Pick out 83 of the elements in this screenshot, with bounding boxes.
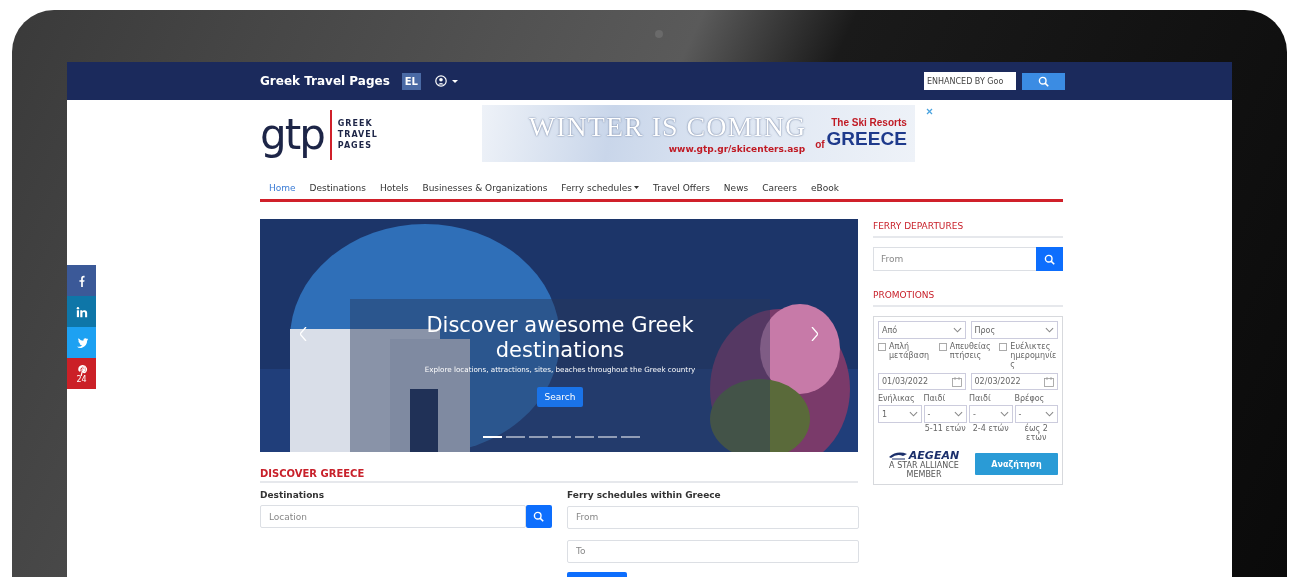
passenger-dropdown[interactable]: - [1014, 405, 1058, 424]
age-note: 2-4 ετών [971, 425, 1010, 435]
from-field[interactable]: From [567, 505, 859, 529]
passenger-dropdown[interactable]: 1 [878, 405, 922, 424]
search-field[interactable]: ENHANCED BY Goo [924, 72, 1016, 90]
ad-tagline-prefix: of [815, 139, 825, 150]
search-icon [533, 511, 545, 522]
nav-link[interactable]: Hotels [379, 182, 409, 193]
from-field[interactable]: From [873, 247, 1036, 271]
chevron-down-icon [952, 327, 962, 333]
nav-link[interactable]: Destinations [309, 182, 366, 193]
field-label: Ferry schedules within Greece [567, 490, 722, 500]
brand-tagline: A STAR ALLIANCE MEMBER [888, 462, 960, 480]
nav-link[interactable]: eBook [810, 182, 839, 193]
linkedin-icon [75, 305, 88, 318]
caret-icon [634, 186, 640, 189]
section-heading: FERRY DEPARTURES [873, 219, 1063, 238]
search-icon [1038, 75, 1049, 87]
ad-url: www.gtp.gr/skicenters.asp [668, 144, 806, 154]
checkbox[interactable] [938, 343, 947, 351]
site-name[interactable]: Greek Travel Pages [260, 74, 390, 88]
chevron-right-icon[interactable] [811, 327, 818, 341]
language-button[interactable]: EL [401, 72, 421, 90]
to-field[interactable]: To [567, 539, 859, 563]
chevron-down-icon [1045, 327, 1054, 333]
age-note: έως 2 ετών [1023, 425, 1049, 443]
pinterest-icon [75, 363, 88, 376]
logo-word: PAGES [337, 142, 373, 150]
field-label: Ενήλικας [878, 394, 916, 404]
chevron-down-icon [999, 411, 1009, 418]
nav-link[interactable]: Home [269, 182, 296, 193]
checkbox-label: Απευθείας πτήσεις [949, 343, 992, 361]
section-heading: PROMOTIONS [873, 288, 1063, 307]
brand-name: AEGEAN [908, 449, 960, 462]
chevron-down-icon [908, 411, 918, 418]
account-menu[interactable] [435, 75, 458, 87]
hero-title: Discover awesome Greek destinations [425, 313, 695, 364]
airline-logo-icon [888, 451, 907, 460]
date-field[interactable]: 01/03/2022 [878, 373, 966, 391]
checkbox-label: Ευέλικτες ημερομηνίες [1010, 343, 1058, 370]
share-button[interactable] [67, 265, 96, 296]
nav-link[interactable]: News [723, 182, 749, 193]
passenger-dropdown[interactable]: - [969, 405, 1013, 424]
ad-tagline-title: GREECE [826, 128, 907, 150]
calendar-icon [1044, 376, 1054, 387]
passenger-dropdown[interactable]: - [923, 405, 967, 424]
chevron-left-icon[interactable] [300, 327, 307, 341]
field-label: Παιδί [969, 394, 992, 404]
nav-link[interactable]: Travel Offers [653, 182, 710, 193]
search-button[interactable] [1022, 72, 1065, 90]
section-heading: DISCOVER GREECE [260, 468, 858, 483]
logo-mark: gtp [260, 114, 324, 156]
location-field[interactable]: Location [260, 505, 526, 528]
calendar-icon [951, 376, 962, 387]
user-icon [435, 75, 447, 87]
share-button[interactable]: 24 [67, 358, 96, 389]
share-count: 24 [76, 375, 87, 384]
nav-link[interactable]: Careers [762, 182, 797, 193]
from-dropdown[interactable]: Από [878, 321, 966, 339]
caret-icon [452, 79, 458, 83]
site-logo[interactable]: gtp GREEK TRAVEL PAGES [260, 105, 378, 165]
checkbox[interactable] [878, 343, 886, 351]
nav-link[interactable]: Ferry schedules [561, 182, 640, 193]
field-label: Παιδί [923, 394, 947, 404]
ad-tagline: The Ski Resorts [831, 117, 907, 128]
search-icon [1044, 253, 1055, 265]
age-note: 5-11 ετών [923, 425, 967, 435]
to-dropdown[interactable]: Προς [970, 321, 1058, 339]
search-button[interactable]: Search [536, 387, 584, 408]
close-icon[interactable] [925, 108, 933, 115]
bird-icon [75, 336, 88, 349]
field-label: Βρέφος [1014, 394, 1046, 404]
logo-word: TRAVEL [337, 131, 378, 139]
logo-word: GREEK [337, 120, 374, 128]
chevron-down-icon [1045, 411, 1054, 418]
date-field[interactable]: 02/03/2022 [970, 373, 1058, 391]
nav-link[interactable]: Businesses & Organizations [422, 182, 548, 193]
share-button[interactable] [67, 327, 96, 358]
share-button[interactable] [67, 296, 96, 327]
field-label: Destinations [260, 490, 326, 500]
checkbox-label: Απλή μετάβαση [889, 343, 931, 361]
checkbox[interactable] [999, 343, 1008, 351]
chevron-down-icon [954, 411, 963, 418]
